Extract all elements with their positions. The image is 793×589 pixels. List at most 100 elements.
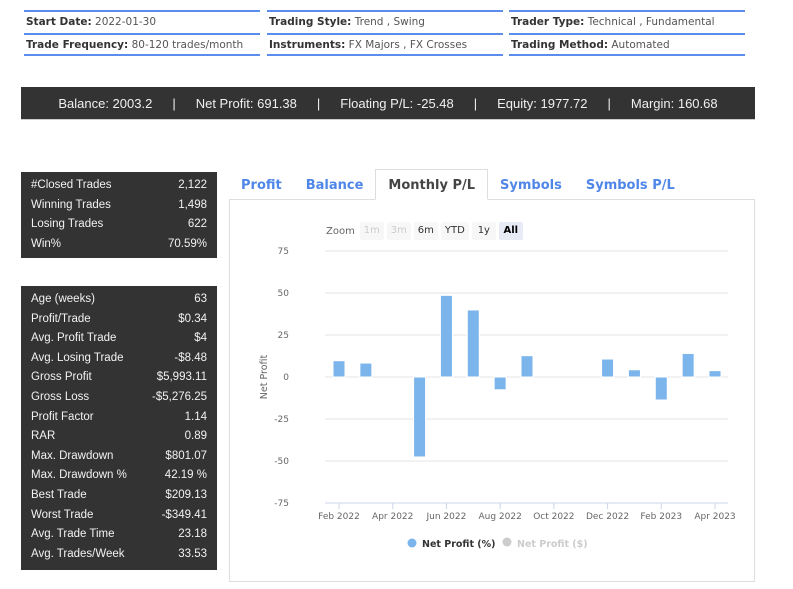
bar-feb-2022[interactable] xyxy=(333,361,345,377)
info-label: Trader Type: xyxy=(511,16,584,28)
bar-aug-2022[interactable] xyxy=(494,377,506,390)
info-trader-type: Trader Type: Technical , Fundamental xyxy=(509,10,745,33)
info-value: Technical , Fundamental xyxy=(588,16,715,28)
stat-value: 0.89 xyxy=(185,427,207,447)
bar-may-2022[interactable] xyxy=(414,377,426,457)
separator: | xyxy=(297,96,340,111)
tab-profit[interactable]: Profit xyxy=(229,169,294,200)
x-tick-label: Aug 2022 xyxy=(478,512,521,522)
bar-dec-2022[interactable] xyxy=(602,359,614,377)
legend-marker-net-profit-pct[interactable] xyxy=(408,539,417,548)
stat-row: #Closed Trades 2,122 xyxy=(31,176,207,196)
info-label: Trading Style: xyxy=(269,16,351,28)
legend-item-net-profit-pct[interactable]: Net Profit (%) xyxy=(422,539,496,550)
y-tick-label: 0 xyxy=(283,373,289,383)
x-tick-label: Jun 2022 xyxy=(426,512,467,522)
bar-jan-2023[interactable] xyxy=(628,370,640,377)
account-summary-bar: Balance: 2003.2 | Net Profit: 691.38 | F… xyxy=(21,87,755,120)
stat-row: Profit/Trade$0.34 xyxy=(31,310,207,330)
stat-value: -$5,276.25 xyxy=(152,388,207,408)
x-tick-label: Dec 2022 xyxy=(586,512,629,522)
stat-row: Winning Trades1,498 xyxy=(31,196,207,216)
x-tick-label: Oct 2022 xyxy=(533,512,574,522)
bar-mar-2023[interactable] xyxy=(682,353,694,377)
stat-label: Worst Trade xyxy=(31,506,93,526)
balance-value: Balance: 2003.2 xyxy=(58,96,152,111)
stat-row: Max. Drawdown %42.19 % xyxy=(31,466,207,486)
tab-balance[interactable]: Balance xyxy=(294,169,376,200)
info-value: Trend , Swing xyxy=(355,16,425,28)
stat-value: 2,122 xyxy=(178,176,207,196)
stat-label: Best Trade xyxy=(31,486,87,506)
info-value: 80-120 trades/month xyxy=(132,39,244,51)
info-label: Start Date: xyxy=(26,16,92,28)
stat-row: RAR 0.89 xyxy=(31,427,207,447)
stat-label: Losing Trades xyxy=(31,215,103,235)
info-trading-method: Trading Method: Automated xyxy=(509,33,745,56)
equity-value: Equity: 1977.72 xyxy=(497,96,587,111)
stat-value: 23.18 xyxy=(178,525,207,545)
performance-stats: Age (weeks)63Profit/Trade$0.34Avg. Profi… xyxy=(21,286,217,570)
bar-sep-2022[interactable] xyxy=(521,356,533,377)
y-tick-label: 75 xyxy=(278,247,289,257)
info-value: FX Majors , FX Crosses xyxy=(349,39,468,51)
stat-label: #Closed Trades xyxy=(31,176,112,196)
y-axis-title: Net Profit xyxy=(259,354,270,399)
stat-row: Worst Trade-$349.41 xyxy=(31,506,207,526)
stat-value: $801.07 xyxy=(165,447,207,467)
info-instruments: Instruments: FX Majors , FX Crosses xyxy=(267,33,503,56)
stat-value: 70.59% xyxy=(168,235,207,255)
stat-label: Profit Factor xyxy=(31,408,94,428)
bar-feb-2023[interactable] xyxy=(655,377,667,400)
stat-label: Avg. Trades/Week xyxy=(31,545,125,565)
stat-row: Avg. Trades/Week 33.53 xyxy=(31,545,207,565)
chart-tabs: ProfitBalanceMonthly P/LSymbolsSymbols P… xyxy=(229,169,687,200)
stat-value: 622 xyxy=(188,215,207,235)
stat-value: 63 xyxy=(194,290,207,310)
stat-row: Max. Drawdown $801.07 xyxy=(31,447,207,467)
x-tick-label: Feb 2023 xyxy=(640,512,682,522)
y-tick-label: 25 xyxy=(278,331,289,341)
stat-value: 1,498 xyxy=(178,196,207,216)
info-trading-style: Trading Style: Trend , Swing xyxy=(267,10,503,33)
info-value: Automated xyxy=(611,39,669,51)
stat-label: Max. Drawdown % xyxy=(31,466,127,486)
tab-monthly-p-l[interactable]: Monthly P/L xyxy=(375,169,488,200)
bar-jul-2022[interactable] xyxy=(467,310,479,377)
tab-symbols[interactable]: Symbols xyxy=(488,169,574,200)
separator: | xyxy=(454,96,497,111)
stat-label: Max. Drawdown xyxy=(31,447,113,467)
separator: | xyxy=(152,96,195,111)
bar-mar-2022[interactable] xyxy=(360,363,372,377)
stat-value: 1.14 xyxy=(185,408,207,428)
y-tick-label: 50 xyxy=(278,289,290,299)
stat-row: Losing Trades 622 xyxy=(31,215,207,235)
info-trade-frequency: Trade Frequency: 80-120 trades/month xyxy=(24,33,260,56)
stat-row: Avg. Profit Trade $4 xyxy=(31,329,207,349)
info-label: Trade Frequency: xyxy=(26,39,128,51)
stat-row: Best Trade$209.13 xyxy=(31,486,207,506)
x-tick-label: Apr 2022 xyxy=(372,512,413,522)
stat-label: Avg. Profit Trade xyxy=(31,329,116,349)
trade-count-stats: #Closed Trades 2,122Winning Trades1,498Lo… xyxy=(21,172,217,258)
stat-label: Win% xyxy=(31,235,61,255)
bar-apr-2023[interactable] xyxy=(709,371,721,377)
stat-row: Avg. Trade Time23.18 xyxy=(31,525,207,545)
separator: | xyxy=(588,96,631,111)
stat-row: Age (weeks)63 xyxy=(31,290,207,310)
net-profit-value: Net Profit: 691.38 xyxy=(196,96,297,111)
stat-value: 33.53 xyxy=(178,545,207,565)
x-tick-label: Feb 2022 xyxy=(318,512,360,522)
tab-symbols-p-l[interactable]: Symbols P/L xyxy=(574,169,687,200)
legend-item-net-profit-usd[interactable]: Net Profit ($) xyxy=(517,539,588,550)
y-tick-label: -50 xyxy=(274,457,289,467)
x-tick-label: Apr 2023 xyxy=(694,512,735,522)
legend-marker-net-profit-usd[interactable] xyxy=(503,538,512,547)
stat-label: Gross Profit xyxy=(31,368,92,388)
floating-pl-value: Floating P/L: -25.48 xyxy=(340,96,453,111)
bar-jun-2022[interactable] xyxy=(440,295,452,377)
stat-label: RAR xyxy=(31,427,55,447)
stat-value: -$8.48 xyxy=(174,349,207,369)
stat-value: $0.34 xyxy=(178,310,207,330)
stat-value: $4 xyxy=(194,329,207,349)
